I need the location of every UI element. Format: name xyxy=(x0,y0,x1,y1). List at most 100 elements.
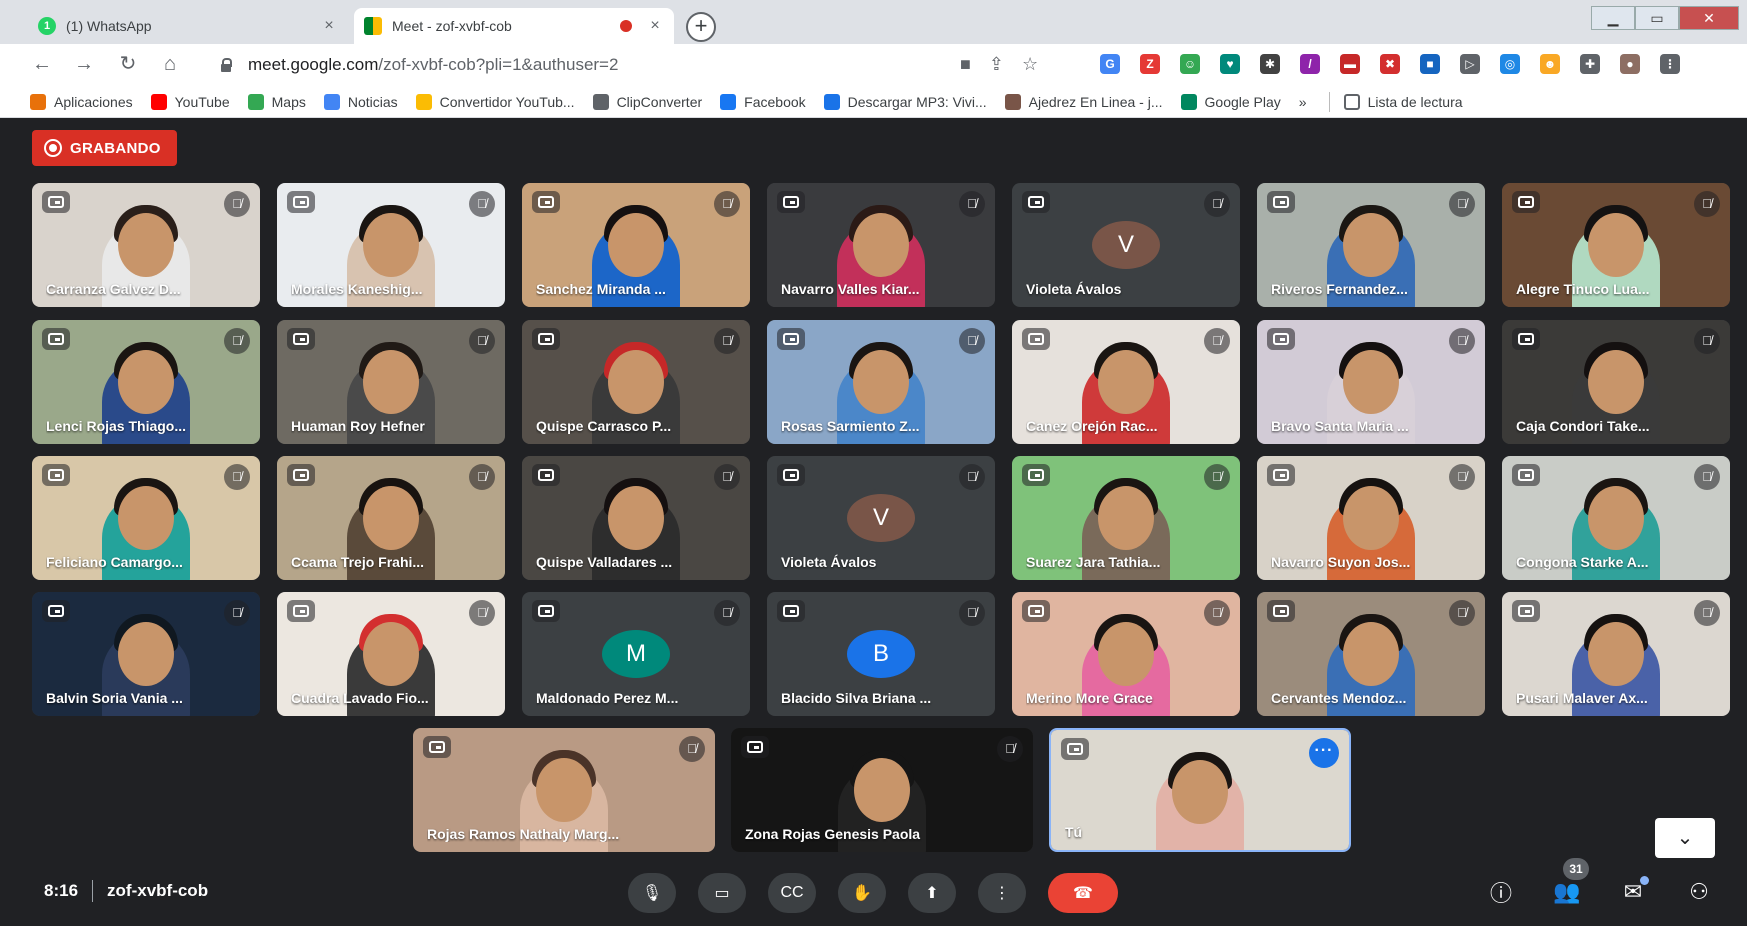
pin-tile-icon[interactable] xyxy=(532,191,560,213)
participant-tile[interactable]: 🎙̸ Pusari Malaver Ax... xyxy=(1502,592,1730,716)
scroll-down-button[interactable]: ⌄ xyxy=(1655,818,1715,858)
participant-tile[interactable]: 🎙̸ Zona Rojas Genesis Paola xyxy=(731,728,1033,852)
ext-3-icon[interactable]: ☺ xyxy=(1180,54,1200,74)
pin-tile-icon[interactable] xyxy=(1512,191,1540,213)
home-button[interactable]: ⌂ xyxy=(158,54,182,74)
close-window-button[interactable]: ✕ xyxy=(1679,6,1739,30)
ext-8-icon[interactable]: ✖ xyxy=(1380,54,1400,74)
participant-tile[interactable]: 🎙̸ Congona Starke A... xyxy=(1502,456,1730,580)
bookmark-item[interactable]: Noticias xyxy=(323,93,398,110)
ext-6-icon[interactable]: / xyxy=(1300,54,1320,74)
activities-icon[interactable]: ⚇ xyxy=(1685,878,1713,906)
pin-tile-icon[interactable] xyxy=(42,464,70,486)
pin-tile-icon[interactable] xyxy=(532,600,560,622)
forward-button[interactable]: → xyxy=(72,54,96,74)
minimize-button[interactable]: ▁ xyxy=(1591,6,1635,30)
pin-tile-icon[interactable] xyxy=(42,328,70,350)
pin-tile-icon[interactable] xyxy=(777,328,805,350)
meeting-info-icon[interactable]: ⓘ xyxy=(1487,878,1515,906)
close-tab-icon[interactable]: × xyxy=(320,17,338,35)
participant-tile[interactable]: V 🎙̸ Violeta Ávalos xyxy=(1012,183,1240,307)
participant-tile[interactable]: 🎙̸ Cervantes Mendoz... xyxy=(1257,592,1485,716)
reading-list-button[interactable]: Lista de lectura xyxy=(1343,93,1463,110)
self-video-tile[interactable]: ··· Tú xyxy=(1049,728,1351,852)
ext-10-icon[interactable]: ▷ xyxy=(1460,54,1480,74)
pin-tile-icon[interactable] xyxy=(1512,464,1540,486)
back-button[interactable]: ← xyxy=(30,54,54,74)
pin-tile-icon[interactable] xyxy=(532,328,560,350)
share-icon[interactable]: ⇪ xyxy=(989,54,1004,75)
pin-tile-icon[interactable] xyxy=(1512,600,1540,622)
captions-button[interactable]: CC xyxy=(768,873,816,913)
participant-tile[interactable]: 🎙̸ Suarez Jara Tathia... xyxy=(1012,456,1240,580)
ext-11-icon[interactable]: ◎ xyxy=(1500,54,1520,74)
participant-tile[interactable]: 🎙̸ Balvin Soria Vania ... xyxy=(32,592,260,716)
url-input[interactable]: meet.google.com/zof-xvbf-cob?pli=1&authu… xyxy=(200,48,990,82)
more-options-button[interactable]: ⋮ xyxy=(978,873,1026,913)
pin-tile-icon[interactable] xyxy=(1267,600,1295,622)
participant-tile[interactable]: V 🎙̸ Violeta Ávalos xyxy=(767,456,995,580)
participant-tile[interactable]: 🎙̸ Cuadra Lavado Fio... xyxy=(277,592,505,716)
pin-tile-icon[interactable] xyxy=(777,464,805,486)
participant-tile[interactable]: 🎙̸ Rojas Ramos Nathaly Marg... xyxy=(413,728,715,852)
bookmark-item[interactable]: Facebook xyxy=(720,93,806,110)
pin-tile-icon[interactable] xyxy=(1267,328,1295,350)
ext-5-icon[interactable]: ✱ xyxy=(1260,54,1280,74)
bookmark-item[interactable]: YouTube xyxy=(150,93,230,110)
ext-4-icon[interactable]: ♥ xyxy=(1220,54,1240,74)
bookmark-item[interactable]: ClipConverter xyxy=(592,93,702,110)
participant-tile[interactable]: 🎙̸ Navarro Valles Kiar... xyxy=(767,183,995,307)
ext-1-icon[interactable]: G xyxy=(1100,54,1120,74)
camera-button[interactable]: ▭ xyxy=(698,873,746,913)
pin-tile-icon[interactable] xyxy=(1022,600,1050,622)
ext-14-icon[interactable]: ● xyxy=(1620,54,1640,74)
participant-tile[interactable]: B 🎙̸ Blacido Silva Briana ... xyxy=(767,592,995,716)
bookmark-item[interactable]: Maps xyxy=(247,93,306,110)
participant-tile[interactable]: 🎙̸ Ccama Trejo Frahi... xyxy=(277,456,505,580)
tile-more-options-icon[interactable]: ··· xyxy=(1309,738,1339,768)
pin-tile-icon[interactable] xyxy=(1267,191,1295,213)
bookmark-item[interactable]: Google Play xyxy=(1180,93,1281,110)
participant-tile[interactable]: 🎙̸ Bravo Santa Maria ... xyxy=(1257,320,1485,444)
reload-button[interactable]: ↻ xyxy=(116,54,140,74)
recording-badge[interactable]: GRABANDO xyxy=(32,130,177,166)
participant-tile[interactable]: 🎙̸ Riveros Fernandez... xyxy=(1257,183,1485,307)
bookmark-star-icon[interactable]: ☆ xyxy=(1022,54,1038,75)
chat-button[interactable]: ✉ xyxy=(1619,876,1649,906)
participant-tile[interactable]: 🎙̸ Lenci Rojas Thiago... xyxy=(32,320,260,444)
pin-tile-icon[interactable] xyxy=(532,464,560,486)
microphone-button[interactable]: 🎙 xyxy=(628,873,676,913)
ext-15-icon[interactable]: ⋮ xyxy=(1660,54,1680,74)
pin-tile-icon[interactable] xyxy=(1061,738,1089,760)
participant-tile[interactable]: 🎙̸ Sanchez Miranda ... xyxy=(522,183,750,307)
close-tab-icon[interactable]: × xyxy=(646,17,664,35)
pin-tile-icon[interactable] xyxy=(1512,328,1540,350)
ext-7-icon[interactable]: ▬ xyxy=(1340,54,1360,74)
ext-9-icon[interactable]: ■ xyxy=(1420,54,1440,74)
pin-tile-icon[interactable] xyxy=(1267,464,1295,486)
ext-12-icon[interactable]: ☻ xyxy=(1540,54,1560,74)
participant-tile[interactable]: 🎙̸ Carranza Galvez D... xyxy=(32,183,260,307)
participant-tile[interactable]: 🎙̸ Quispe Valladares ... xyxy=(522,456,750,580)
new-tab-button[interactable]: + xyxy=(686,12,716,42)
camera-permission-icon[interactable]: ■ xyxy=(960,54,971,75)
participant-tile[interactable]: 🎙̸ Navarro Suyon Jos... xyxy=(1257,456,1485,580)
pin-tile-icon[interactable] xyxy=(287,328,315,350)
tab-meet[interactable]: Meet - zof-xvbf-cob × xyxy=(354,8,674,44)
participant-tile[interactable]: 🎙̸ Caja Condori Take... xyxy=(1502,320,1730,444)
bookmark-item[interactable]: Convertidor YouTub... xyxy=(415,93,575,110)
participant-tile[interactable]: 🎙̸ Quispe Carrasco P... xyxy=(522,320,750,444)
pin-tile-icon[interactable] xyxy=(287,464,315,486)
ext-2-icon[interactable]: Z xyxy=(1140,54,1160,74)
maximize-button[interactable]: ▭ xyxy=(1635,6,1679,30)
participant-tile[interactable]: 🎙̸ Feliciano Camargo... xyxy=(32,456,260,580)
pin-tile-icon[interactable] xyxy=(777,600,805,622)
pin-tile-icon[interactable] xyxy=(777,191,805,213)
participant-tile[interactable]: 🎙̸ Canez Orejón Rac... xyxy=(1012,320,1240,444)
pin-tile-icon[interactable] xyxy=(287,191,315,213)
participant-tile[interactable]: 🎙̸ Merino More Grace xyxy=(1012,592,1240,716)
pin-tile-icon[interactable] xyxy=(741,736,769,758)
raise-hand-button[interactable]: ✋ xyxy=(838,873,886,913)
pin-tile-icon[interactable] xyxy=(1022,328,1050,350)
pin-tile-icon[interactable] xyxy=(423,736,451,758)
